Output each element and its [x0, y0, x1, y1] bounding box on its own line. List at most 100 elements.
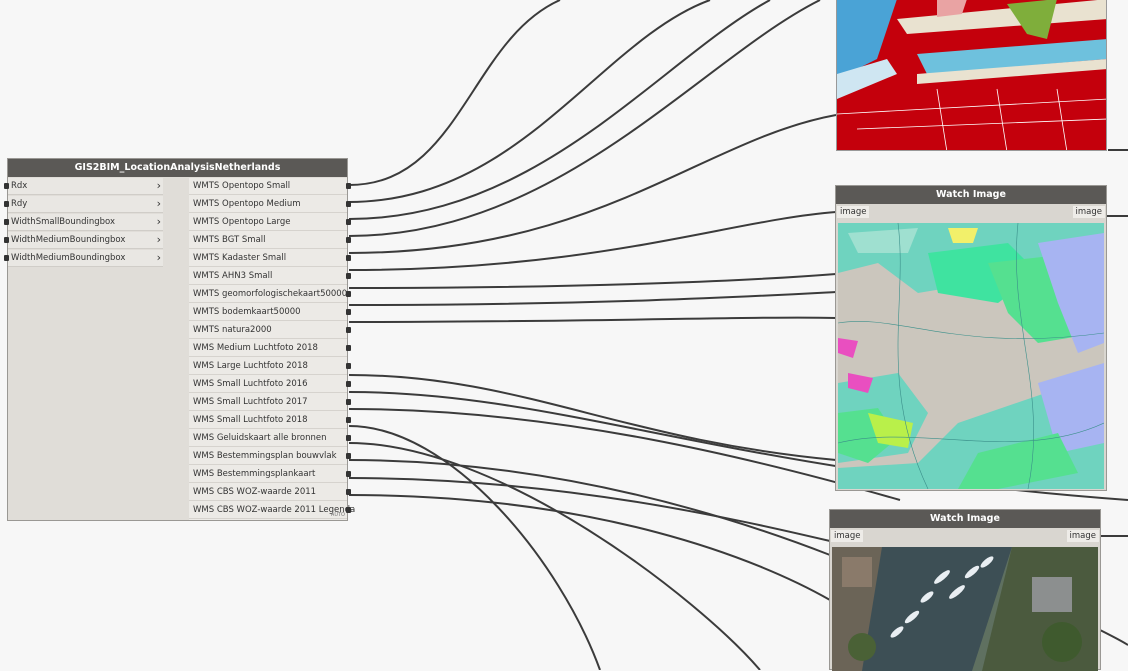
output-port-image[interactable]: image — [1072, 206, 1105, 218]
output-label: WMTS AHN3 Small — [193, 271, 273, 281]
wire — [1099, 629, 1128, 646]
output-port-icon[interactable] — [346, 273, 351, 279]
input-label: WidthSmallBoundingbox — [11, 217, 116, 227]
output-port-icon[interactable] — [346, 219, 351, 225]
output-port-icon[interactable] — [346, 183, 351, 189]
output-label: WMTS Kadaster Small — [193, 253, 287, 263]
wire — [348, 291, 837, 306]
output-label: WMS Bestemmingsplankaart — [193, 469, 316, 479]
input-rdx[interactable]: Rdx › — [4, 178, 163, 195]
input-rdy[interactable]: Rdy › — [4, 196, 163, 213]
map-preview-image — [837, 0, 1106, 150]
output-row[interactable]: WMTS BGT Small — [189, 232, 351, 249]
input-label: WidthMediumBoundingbox — [11, 253, 126, 263]
output-port-icon[interactable] — [346, 363, 351, 369]
chevron-right-icon[interactable]: › — [157, 196, 161, 212]
output-row[interactable]: WMS Small Luchtfoto 2018 — [189, 412, 351, 429]
wire — [348, 273, 837, 289]
watch-image-node-1[interactable]: Watch Image image image — [835, 185, 1107, 491]
output-row[interactable]: WMS Large Luchtfoto 2018 — [189, 358, 351, 375]
input-port-icon[interactable] — [4, 219, 9, 225]
geomorphology-map-image — [838, 223, 1104, 489]
output-row[interactable]: WMS CBS WOZ-waarde 2011 — [189, 484, 351, 501]
output-port-icon[interactable] — [346, 309, 351, 315]
output-label: WMTS Opentopo Medium — [193, 199, 301, 209]
output-row[interactable]: WMS Small Luchtfoto 2016 — [189, 376, 351, 393]
input-width-medium[interactable]: WidthMediumBoundingbox › — [4, 232, 163, 249]
input-port-icon[interactable] — [4, 237, 9, 243]
output-row[interactable]: WMTS bodemkaart50000 — [189, 304, 351, 321]
input-port-image[interactable]: image — [837, 206, 870, 218]
input-port-icon[interactable] — [4, 255, 9, 261]
output-port-icon[interactable] — [346, 201, 351, 207]
output-row[interactable]: WMS Medium Luchtfoto 2018 — [189, 340, 351, 357]
output-port-icon[interactable] — [346, 453, 351, 459]
output-port-icon[interactable] — [346, 435, 351, 441]
output-port-image[interactable]: image — [1066, 530, 1099, 542]
gis2bim-node[interactable]: GIS2BIM_LocationAnalysisNetherlands Rdx ›… — [4, 158, 355, 521]
output-label: WMS Medium Luchtfoto 2018 — [193, 343, 318, 353]
input-label: Rdx — [11, 181, 28, 191]
output-row[interactable]: WMTS geomorfologischekaart50000 — [189, 286, 351, 303]
output-row[interactable]: WMS Small Luchtfoto 2017 — [189, 394, 351, 411]
map-preview-kadaster — [836, 0, 1107, 151]
wire — [348, 0, 561, 186]
output-row[interactable]: WMS Bestemmingsplankaart — [189, 466, 351, 483]
watch-image-node-2[interactable]: Watch Image image image — [829, 509, 1101, 671]
input-ports: Rdx › Rdy › WidthSmallBoundingbox › WidthMe… — [4, 178, 163, 268]
input-port-icon[interactable] — [4, 183, 9, 189]
output-port-icon[interactable] — [346, 237, 351, 243]
output-label: WMTS geomorfologischekaart50000 — [193, 289, 348, 299]
output-row[interactable]: WMS CBS WOZ-waarde 2011 Legenda — [189, 502, 355, 519]
output-label: WMTS Opentopo Large — [193, 217, 291, 227]
output-port-icon[interactable] — [346, 291, 351, 297]
output-port-icon[interactable] — [346, 381, 351, 387]
output-port-icon[interactable] — [346, 399, 351, 405]
input-port-image[interactable]: image — [831, 530, 864, 542]
output-port-icon[interactable] — [346, 255, 351, 261]
aerial-photo-image — [832, 547, 1098, 671]
chevron-right-icon[interactable]: › — [157, 232, 161, 248]
input-port-icon[interactable] — [4, 201, 9, 207]
node-title[interactable]: Watch Image — [830, 510, 1100, 528]
wire — [348, 425, 601, 670]
output-port-icon[interactable] — [346, 507, 351, 513]
output-row[interactable]: WMTS Opentopo Small — [189, 178, 351, 195]
output-port-icon[interactable] — [346, 417, 351, 423]
output-row[interactable]: WMS Bestemmingsplan bouwvlak — [189, 448, 351, 465]
output-port-icon[interactable] — [346, 345, 351, 351]
wire — [348, 114, 837, 254]
output-ports: WMTS Opentopo Small WMTS Opentopo Medium… — [189, 178, 355, 520]
chevron-right-icon[interactable]: › — [157, 178, 161, 194]
output-row[interactable]: WMTS natura2000 — [189, 322, 351, 339]
node-title[interactable]: Watch Image — [836, 186, 1106, 204]
input-width-small[interactable]: WidthSmallBoundingbox › — [4, 214, 163, 231]
output-row[interactable]: WMTS AHN3 Small — [189, 268, 351, 285]
node-title[interactable]: GIS2BIM_LocationAnalysisNetherlands — [8, 159, 347, 177]
lacing-label[interactable]: AUTO — [331, 512, 345, 518]
chevron-right-icon[interactable]: › — [157, 250, 161, 266]
output-label: WMTS bodemkaart50000 — [193, 307, 301, 317]
wire — [348, 211, 837, 271]
output-port-icon[interactable] — [346, 327, 351, 333]
output-label: WMS Bestemmingsplan bouwvlak — [193, 451, 337, 461]
output-label: WMS CBS WOZ-waarde 2011 — [193, 487, 317, 497]
watch-image-preview — [838, 223, 1104, 489]
input-label: Rdy — [11, 199, 28, 209]
wire — [348, 316, 837, 323]
output-row[interactable]: WMTS Opentopo Medium — [189, 196, 351, 213]
output-row[interactable]: WMS Geluidskaart alle bronnen — [189, 430, 351, 447]
output-row[interactable]: WMTS Kadaster Small — [189, 250, 351, 267]
wire — [348, 0, 821, 237]
output-port-icon[interactable] — [346, 489, 351, 495]
output-port-icon[interactable] — [346, 471, 351, 477]
input-width-medium-2[interactable]: WidthMediumBoundingbox › — [4, 250, 163, 267]
output-label: WMS Small Luchtfoto 2016 — [193, 379, 308, 389]
input-label: WidthMediumBoundingbox — [11, 235, 126, 245]
output-label: WMTS natura2000 — [193, 325, 272, 335]
output-label: WMS Geluidskaart alle bronnen — [193, 433, 327, 443]
output-label: WMS Large Luchtfoto 2018 — [193, 361, 308, 371]
output-row[interactable]: WMTS Opentopo Large — [189, 214, 351, 231]
chevron-right-icon[interactable]: › — [157, 214, 161, 230]
output-label: WMS Small Luchtfoto 2017 — [193, 397, 308, 407]
